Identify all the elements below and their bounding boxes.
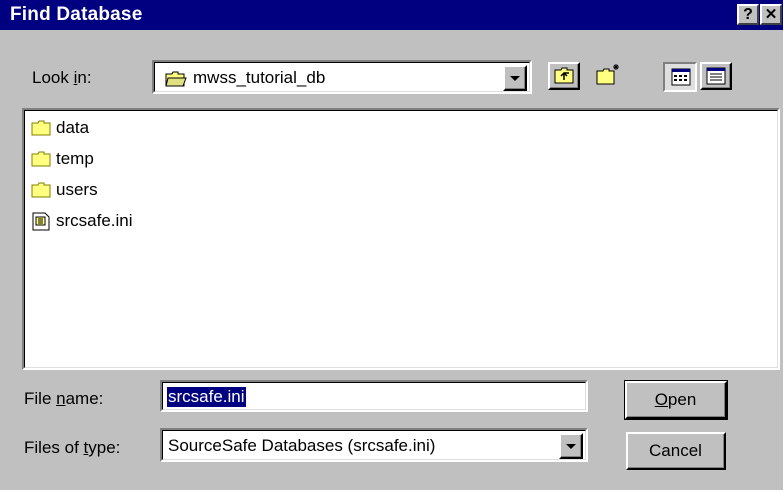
- file-name-value: srcsafe.ini: [167, 387, 246, 407]
- look-in-dropdown-button[interactable]: [503, 65, 527, 91]
- list-item[interactable]: srcsafe.ini: [31, 209, 133, 233]
- look-in-value: mwss_tutorial_db: [193, 68, 326, 87]
- folder-open-icon: [165, 71, 187, 87]
- up-one-level-button[interactable]: [548, 62, 580, 90]
- file-name-input[interactable]: srcsafe.ini: [160, 380, 588, 412]
- file-list[interactable]: data temp users srcsafe.ini: [22, 108, 780, 370]
- file-type-combo[interactable]: SourceSafe Databases (srcsafe.ini): [160, 428, 588, 462]
- look-in-label: Look in:: [32, 68, 92, 87]
- new-folder-icon: [596, 64, 619, 85]
- file-type-label: Files of type:: [24, 438, 121, 457]
- list-item[interactable]: users: [31, 178, 98, 202]
- cancel-button[interactable]: Cancel: [626, 432, 726, 470]
- close-button[interactable]: ✕: [760, 4, 782, 25]
- file-type-dropdown-button[interactable]: [559, 433, 583, 459]
- new-folder-button[interactable]: [592, 62, 624, 90]
- file-name-label: File name:: [24, 389, 104, 408]
- folder-icon: [31, 120, 51, 136]
- list-item[interactable]: data: [31, 116, 89, 140]
- up-folder-icon: [554, 67, 574, 84]
- chevron-down-icon: [509, 75, 520, 81]
- folder-icon: [31, 151, 51, 167]
- help-button[interactable]: ?: [737, 4, 759, 25]
- list-item-label: data: [56, 118, 90, 137]
- ini-file-icon: [32, 212, 50, 231]
- details-view-button[interactable]: [700, 62, 732, 90]
- list-item-label: users: [56, 180, 98, 199]
- title-bar[interactable]: Find Database ? ✕: [0, 0, 783, 30]
- folder-icon: [31, 182, 51, 198]
- open-button-label: Open: [654, 389, 697, 409]
- chevron-down-icon: [565, 443, 576, 449]
- look-in-combo[interactable]: mwss_tutorial_db: [152, 60, 532, 94]
- cancel-button-label: Cancel: [649, 440, 702, 460]
- window-title: Find Database: [10, 4, 143, 25]
- list-view-button[interactable]: [663, 62, 697, 92]
- open-button-focus[interactable]: Open: [624, 380, 728, 420]
- list-item-label: srcsafe.ini: [56, 211, 133, 230]
- details-view-icon: [706, 67, 726, 85]
- close-icon: ✕: [764, 6, 778, 23]
- list-item-label: temp: [56, 149, 94, 168]
- list-view-icon: [671, 68, 691, 86]
- file-type-value: SourceSafe Databases (srcsafe.ini): [168, 436, 436, 455]
- open-button[interactable]: Open: [625, 381, 727, 419]
- list-item[interactable]: temp: [31, 147, 94, 171]
